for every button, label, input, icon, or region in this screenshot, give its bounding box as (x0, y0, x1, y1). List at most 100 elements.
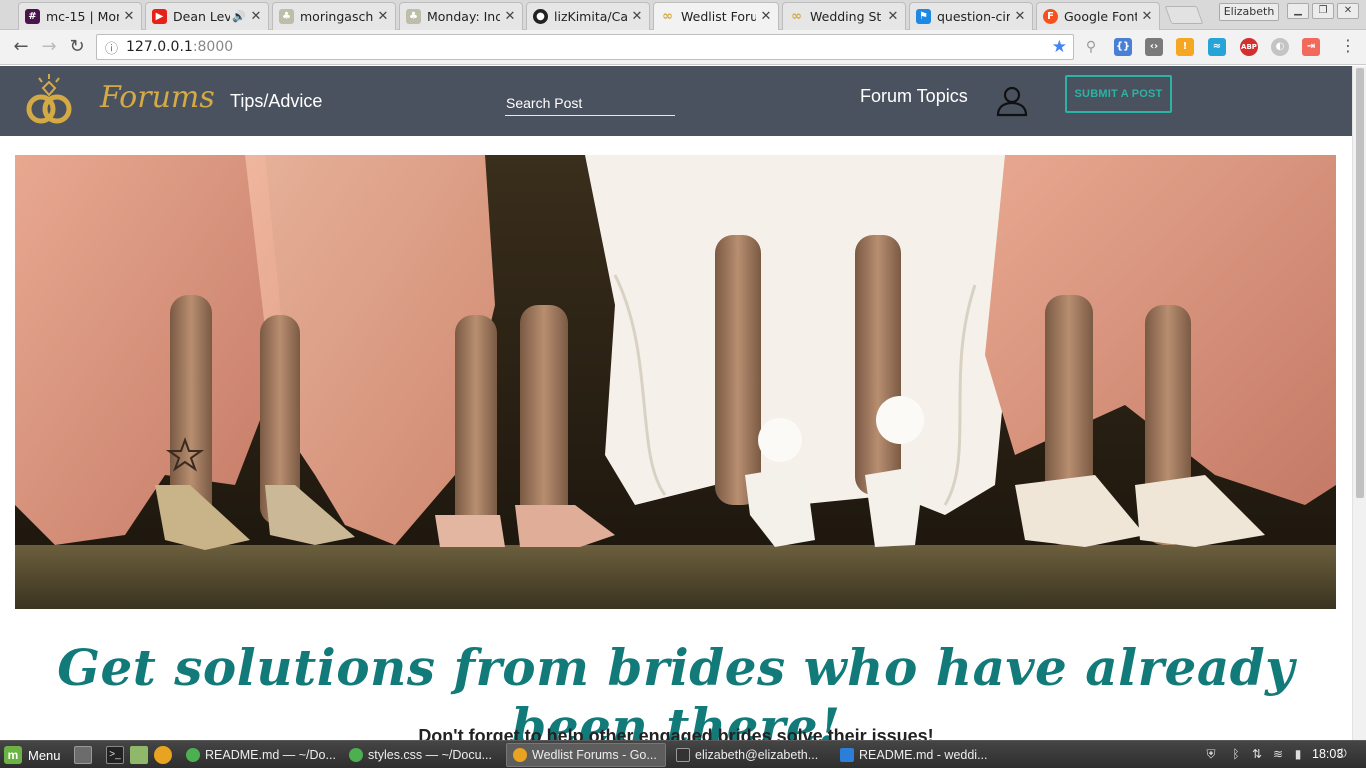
tab-label: Google Font (1064, 9, 1137, 24)
rings-icon: ∞ (791, 9, 802, 24)
browser-toolbar: ← → ↻ ⓘ 127.0.0.1:8000 ★ ⚲ {} ‹› ! ≈ ABP… (0, 30, 1366, 65)
tab-label: Wedding St (810, 9, 882, 24)
close-window-icon[interactable]: ✕ (1337, 3, 1359, 19)
browser-menu-icon[interactable]: ⋮ (1340, 36, 1356, 55)
speaker-icon[interactable]: 🔊 (232, 10, 246, 23)
tab-label: mc-15 | Mor (46, 9, 119, 24)
flag-icon: ⚑ (916, 9, 931, 24)
page-viewport: Forums Tips/Advice Forum Topics Submit a… (0, 66, 1366, 740)
tab-label: Wedlist Foru (681, 9, 756, 24)
tab-label: lizKimita/Ca (554, 9, 627, 24)
forward-icon[interactable]: → (38, 36, 60, 58)
restore-icon[interactable]: ❐ (1312, 3, 1334, 19)
wifi-icon[interactable]: ≋ (1270, 746, 1286, 762)
search-post-input[interactable] (505, 90, 675, 116)
browser-tab-strip: # mc-15 | Mor ✕ ▶ Dean Lev 🔊 ✕ ♣ moringa… (0, 0, 1366, 30)
hero-image (15, 155, 1336, 609)
profile-button[interactable]: Elizabeth (1219, 3, 1279, 21)
zoom-icon[interactable]: ⚲ (1082, 38, 1100, 56)
chrome-launcher-icon[interactable] (154, 746, 172, 764)
taskbar-item-styles-css[interactable]: styles.css — ~/Docu... (343, 743, 501, 767)
extension-wifi-icon[interactable]: ≈ (1208, 38, 1226, 56)
extension-gray-icon[interactable]: ◐ (1271, 38, 1289, 56)
taskbar-item-label: styles.css — ~/Docu... (368, 748, 492, 762)
close-tab-icon[interactable]: ✕ (377, 9, 389, 24)
browser-tab-wedding-stories[interactable]: ∞ Wedding St ✕ (782, 2, 906, 30)
browser-tab-wedlist-forums[interactable]: ∞ Wedlist Foru ✕ (653, 2, 779, 30)
slack-icon: # (25, 9, 40, 24)
taskbar-item-readme-atom[interactable]: README.md — ~/Do... (180, 743, 338, 767)
google-fonts-icon: F (1043, 9, 1058, 24)
back-icon[interactable]: ← (10, 36, 32, 58)
linux-mint-icon: m (4, 746, 22, 764)
tab-label: Monday: Ind (427, 9, 500, 24)
reload-icon[interactable]: ↻ (66, 36, 88, 58)
bluetooth-icon[interactable]: ᛒ (1228, 746, 1244, 762)
adblock-icon[interactable]: ABP (1240, 38, 1258, 56)
browser-tab-google-fonts[interactable]: F Google Font ✕ (1036, 2, 1160, 30)
atom-icon (186, 748, 200, 762)
url-port: :8000 (192, 39, 234, 55)
extension-share-icon[interactable]: ⇥ (1302, 38, 1320, 56)
network-icon[interactable]: ⇅ (1249, 746, 1265, 762)
show-desktop-icon[interactable] (74, 746, 92, 764)
site-navbar: Forums Tips/Advice Forum Topics Submit a… (0, 66, 1352, 136)
shield-icon[interactable]: ⛨ (1203, 746, 1219, 762)
bookmark-star-icon[interactable]: ★ (1052, 37, 1067, 57)
rings-icon: ∞ (662, 9, 673, 24)
atom-icon (349, 748, 363, 762)
wedding-rings-logo-icon[interactable] (24, 72, 76, 130)
taskbar-item-label: Wedlist Forums - Go... (532, 748, 657, 762)
user-account-icon[interactable] (995, 84, 1029, 118)
taskbar-item-label: README.md — ~/Do... (205, 748, 336, 762)
new-tab-button[interactable] (1164, 6, 1204, 24)
taskbar-item-readme-vscode[interactable]: README.md - weddi... (834, 743, 994, 767)
close-tab-icon[interactable]: ✕ (631, 9, 643, 24)
brand-name[interactable]: Forums (100, 80, 215, 115)
close-tab-icon[interactable]: ✕ (1014, 9, 1026, 24)
scrollbar-thumb[interactable] (1356, 68, 1364, 498)
browser-tab-monday[interactable]: ♣ Monday: Ind ✕ (399, 2, 523, 30)
browser-tab-question-circle[interactable]: ⚑ question-cir ✕ (909, 2, 1033, 30)
taskbar-item-label: README.md - weddi... (859, 748, 988, 762)
taskbar-item-label: elizabeth@elizabeth... (695, 748, 819, 762)
browser-tab-github[interactable]: ● lizKimita/Ca ✕ (526, 2, 650, 30)
browser-tab-moringaschool[interactable]: ♣ moringasch ✕ (272, 2, 396, 30)
start-menu-label: Menu (28, 747, 61, 763)
nav-link-tips-advice[interactable]: Tips/Advice (230, 91, 322, 112)
page-scrollbar[interactable] (1352, 66, 1366, 740)
close-tab-icon[interactable]: ✕ (123, 9, 135, 24)
close-tab-icon[interactable]: ✕ (760, 9, 772, 24)
close-tab-icon[interactable]: ✕ (504, 9, 516, 24)
close-tab-icon[interactable]: ✕ (887, 9, 899, 24)
youtube-icon: ▶ (152, 9, 167, 24)
address-bar[interactable]: ⓘ 127.0.0.1:8000 ★ (96, 34, 1074, 60)
os-taskbar: m Menu >_ README.md — ~/Do... styles.css… (0, 740, 1366, 768)
close-tab-icon[interactable]: ✕ (250, 9, 262, 24)
url-host: 127.0.0.1 (126, 39, 193, 55)
extension-devtools-icon[interactable]: {} (1114, 38, 1132, 56)
terminal-launcher-icon[interactable]: >_ (106, 746, 124, 764)
nav-link-forum-topics[interactable]: Forum Topics (860, 86, 968, 107)
tree-icon: ♣ (406, 9, 421, 24)
browser-tab-slack[interactable]: # mc-15 | Mor ✕ (18, 2, 142, 30)
minimize-icon[interactable]: ▁ (1287, 3, 1309, 19)
files-launcher-icon[interactable] (130, 746, 148, 764)
extension-code-icon[interactable]: ‹› (1145, 38, 1163, 56)
github-icon: ● (533, 9, 548, 24)
tab-label: moringasch (300, 9, 373, 24)
hero-subline: Don't forget to help other engaged bride… (418, 726, 934, 740)
terminal-icon (676, 748, 690, 762)
close-tab-icon[interactable]: ✕ (1141, 9, 1153, 24)
battery-icon[interactable]: ▮ (1290, 746, 1306, 762)
taskbar-item-wedlist-chrome[interactable]: Wedlist Forums - Go... (506, 743, 666, 767)
extension-alert-icon[interactable]: ! (1176, 38, 1194, 56)
browser-tab-youtube[interactable]: ▶ Dean Lev 🔊 ✕ (145, 2, 269, 30)
chrome-icon (513, 748, 527, 762)
tree-icon: ♣ (279, 9, 294, 24)
site-info-icon[interactable]: ⓘ (105, 38, 118, 57)
start-menu-button[interactable]: m Menu (4, 744, 61, 766)
taskbar-item-terminal[interactable]: elizabeth@elizabeth... (670, 743, 830, 767)
submit-post-button[interactable]: Submit a post (1065, 75, 1172, 113)
system-clock[interactable]: 18:03 (1312, 747, 1343, 761)
